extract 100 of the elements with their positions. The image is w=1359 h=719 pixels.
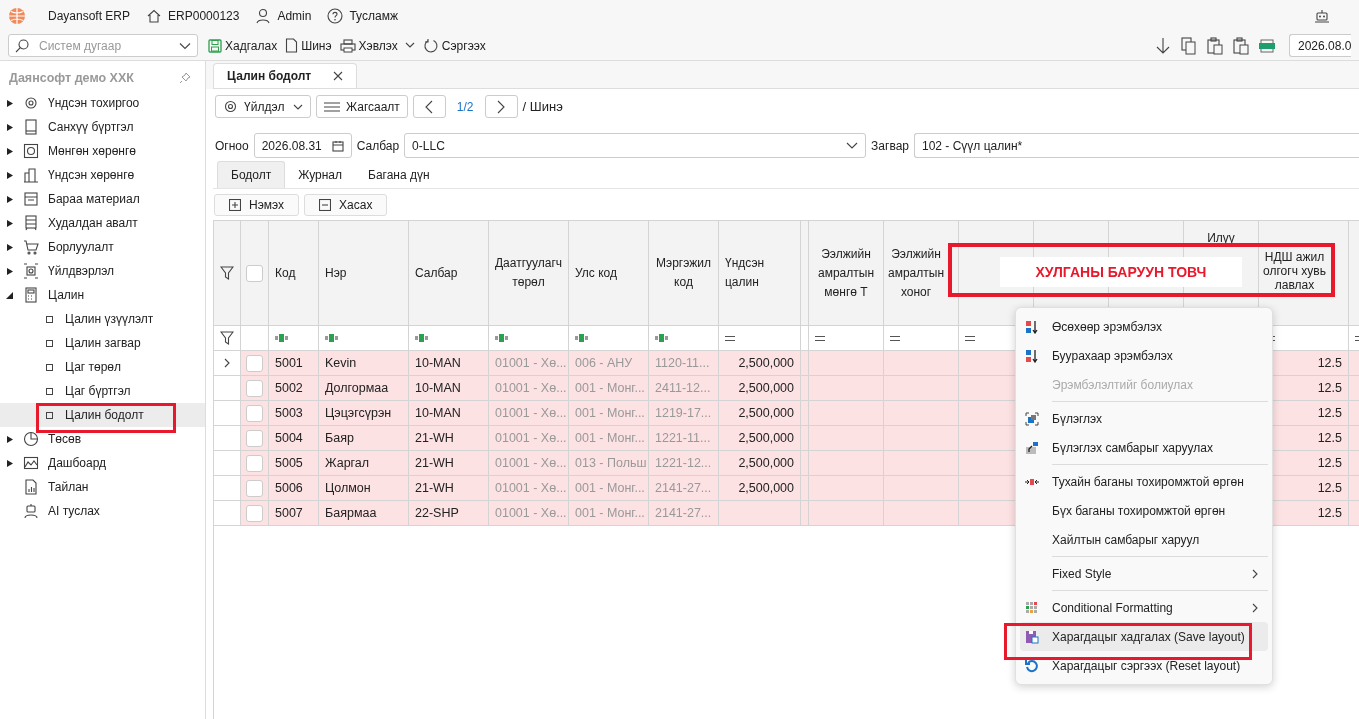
add-button[interactable]: Нэмэх: [214, 194, 300, 216]
table-cell-text: 5004: [275, 429, 303, 447]
menu-item[interactable]: Fixed Style: [1020, 559, 1268, 588]
text-filter-icon: [325, 334, 338, 342]
menu-item[interactable]: Харагдацыг сэргээх (Reset layout): [1020, 651, 1268, 680]
expand-triangle-icon: [6, 146, 14, 156]
row-checkbox[interactable]: [246, 504, 263, 522]
sidebar-item[interactable]: Тайлан: [0, 475, 205, 499]
table-cell-text: 12.5: [1317, 354, 1342, 372]
text-filter-icon: [655, 334, 668, 342]
user-name[interactable]: Admin: [277, 6, 312, 25]
column-header[interactable]: Илүү: [1207, 229, 1235, 248]
company-code[interactable]: ERP0000123: [168, 6, 240, 25]
sub-tab[interactable]: Багана дүн: [355, 161, 443, 188]
column-header[interactable]: Ээлжийн амралтын хоног: [886, 244, 946, 302]
square-bullet-icon: [46, 339, 53, 347]
column-header[interactable]: Улс код: [575, 263, 617, 283]
expand-triangle-icon: [6, 218, 14, 228]
remove-button[interactable]: Хасах: [304, 194, 388, 216]
caret-icon: [404, 42, 415, 49]
sidebar-item[interactable]: Худалдан авалт: [0, 211, 205, 235]
menu-item[interactable]: Хайлтын самбарыг харуул: [1020, 525, 1268, 554]
list-button[interactable]: Жагсаалт: [316, 95, 408, 118]
column-header[interactable]: Мэргэжил код: [655, 254, 712, 292]
column-header[interactable]: Нэр: [325, 263, 347, 283]
page-indicator[interactable]: 1/2: [450, 97, 480, 116]
help-link[interactable]: Тусламж: [349, 6, 398, 25]
color-grid-icon: [1025, 600, 1039, 615]
sidebar-item[interactable]: Дашбоард: [0, 451, 205, 475]
menu-item[interactable]: Харагдацыг хадгалах (Save layout): [1020, 622, 1268, 651]
column-header[interactable]: Даатгуулагч төрөл: [494, 254, 563, 292]
sidebar-item[interactable]: Борлуулалт: [0, 235, 205, 259]
table-cell-text: 21-WH: [415, 429, 454, 447]
date-field[interactable]: 2026.08.31: [253, 133, 352, 158]
sidebar-item[interactable]: Төсөв: [0, 427, 205, 451]
row-checkbox[interactable]: [246, 454, 263, 472]
menu-item[interactable]: Өсөхөөр эрэмбэлэх: [1020, 312, 1268, 341]
sidebar-item[interactable]: Цалин үзүүлэлт: [0, 307, 205, 331]
expand-triangle-icon: [6, 242, 14, 252]
refresh-icon: [422, 37, 439, 54]
column-header[interactable]: Үндсэн цалин: [725, 254, 794, 292]
table-cell-text: 001 - Монг...: [575, 479, 645, 497]
search-field[interactable]: Систем дугаар: [8, 34, 198, 57]
menu-item[interactable]: Conditional Formatting: [1020, 593, 1268, 622]
help-icon: [327, 7, 344, 24]
toolbar-button[interactable]: Шинэ: [283, 33, 334, 58]
download-icon: [1155, 36, 1171, 55]
callout-label: ХУЛГАНЫ БАРУУН ТОВЧ: [1000, 257, 1242, 287]
printer-icon: [339, 38, 356, 53]
column-splitter[interactable]: [801, 221, 809, 326]
table-cell-text: 21-WH: [415, 479, 454, 497]
row-checkbox[interactable]: [246, 479, 263, 497]
text-filter-icon: [275, 334, 288, 342]
template-field[interactable]: 102 - Сүүл цалин*: [914, 133, 1359, 158]
sidebar-item[interactable]: Үндсэн тохиргоо: [0, 91, 205, 115]
select-all-checkbox[interactable]: [246, 264, 263, 282]
column-header[interactable]: НДШ ажил олгогч хувь лавлах: [1261, 250, 1328, 292]
sidebar-item[interactable]: Цаг бүртгэл: [0, 379, 205, 403]
table-cell-text: 5001: [275, 354, 303, 372]
table-cell-text: 01001 - Хө...: [495, 379, 567, 397]
toolbar-button[interactable]: Хэвлэх: [337, 33, 417, 58]
document-tab[interactable]: Цалин бодолт: [213, 63, 358, 88]
sidebar-item[interactable]: Үйлдвэрлэл: [0, 259, 205, 283]
group-icon: [1025, 411, 1039, 426]
next-button[interactable]: [484, 95, 518, 118]
sidebar-item[interactable]: Мөнгөн хөрөнгө: [0, 139, 205, 163]
branch-select[interactable]: 0-LLC: [404, 133, 867, 158]
menu-icon: [324, 101, 340, 112]
toolbar-button[interactable]: Хадгалах: [206, 33, 280, 58]
row-checkbox[interactable]: [246, 354, 263, 372]
table-cell-text: 2,500,000: [738, 404, 794, 422]
table-cell-text: 2,500,000: [738, 429, 794, 447]
table-cell-text: 12.5: [1317, 479, 1342, 497]
text-filter-icon: [415, 334, 428, 342]
action-dropdown[interactable]: Үйлдэл: [215, 95, 311, 118]
date-field[interactable]: 2026.08.0: [1289, 34, 1351, 57]
sidebar-item[interactable]: Цалин: [0, 283, 205, 307]
expand-triangle-icon: [6, 266, 14, 276]
sidebar-item[interactable]: Цалин загвар: [0, 331, 205, 355]
clipboard-icon: [1207, 36, 1223, 55]
column-header[interactable]: Код: [275, 263, 296, 283]
row-checkbox[interactable]: [246, 404, 263, 422]
record-status: / Шинэ: [522, 97, 563, 116]
sub-tab[interactable]: Бодолт: [217, 161, 286, 188]
toolbar-button[interactable]: Сэргээх: [420, 33, 488, 58]
sidebar-item[interactable]: Бараа материал: [0, 187, 205, 211]
sidebar-item[interactable]: AI туслах: [0, 499, 205, 523]
sidebar-item[interactable]: Үндсэн хөрөнгө: [0, 163, 205, 187]
column-header[interactable]: Ээлжийн амралтын мөнгө Т: [815, 244, 877, 302]
company-name: Даянсофт демо ХХК: [9, 69, 135, 87]
table-cell-text: 12.5: [1317, 404, 1342, 422]
sub-tab[interactable]: Журнал: [285, 161, 355, 188]
shelf-icon: [23, 215, 39, 231]
row-checkbox[interactable]: [246, 429, 263, 447]
row-checkbox[interactable]: [246, 379, 263, 397]
column-header[interactable]: Салбар: [415, 263, 458, 283]
sidebar-item[interactable]: Санхүү бүртгэл: [0, 115, 205, 139]
table-cell-text: 5002: [275, 379, 303, 397]
sidebar-item[interactable]: Цаг төрөл: [0, 355, 205, 379]
previous-button[interactable]: [412, 95, 446, 118]
